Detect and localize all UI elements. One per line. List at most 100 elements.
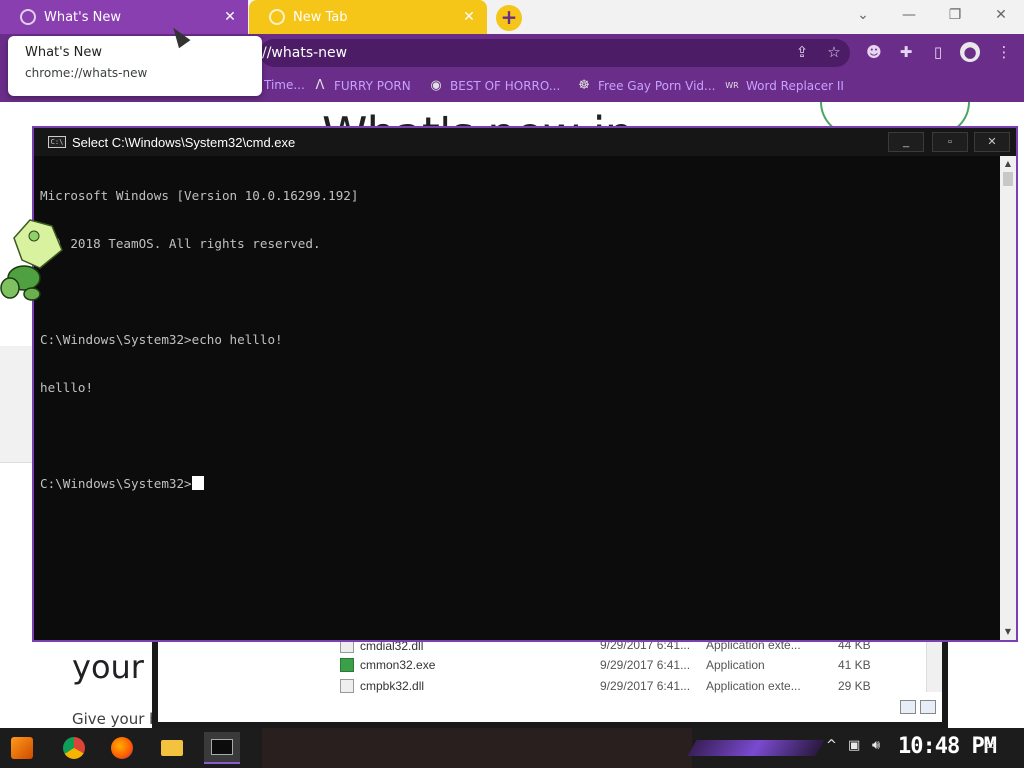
tab-hover-tooltip: What's New chrome://whats-new [8,36,262,96]
cmd-icon [211,739,233,755]
taskbar-decoration [687,740,825,756]
console-line: helllo! [40,380,94,395]
file-size: 29 KB [838,679,871,693]
explorer-scrollbar[interactable] [926,636,942,692]
bookmark-label: Time... [264,78,305,92]
console-line: (c) 2018 TeamOS. All rights reserved. [40,236,321,251]
cmd-minimize-button[interactable]: _ [888,132,924,152]
page-panel [0,346,34,462]
side-panel-icon[interactable]: ▯ [928,42,948,62]
taskbar-clock[interactable]: 10:48 PM [898,734,997,759]
tab-strip: What's New ✕ New Tab ✕ + ⌄ — ❐ ✕ [0,0,1024,34]
network-icon[interactable]: ▣ [848,738,860,753]
file-type: Application exte... [706,679,801,693]
extension-avatar-icon[interactable]: ☻ [864,42,884,62]
scroll-thumb[interactable] [1003,172,1013,186]
tooltip-url: chrome://whats-new [25,66,148,80]
tab-new-tab[interactable]: New Tab ✕ [249,0,487,34]
notifications-icon[interactable]: ▭ [984,738,996,753]
profile-icon[interactable]: ● [960,42,980,62]
taskbar-chrome[interactable] [56,732,92,764]
details-view-icon[interactable] [900,700,916,714]
section-text: Give your b [72,710,156,728]
file-date: 9/29/2017 6:41... [600,679,691,693]
scroll-down-arrow-icon[interactable]: ▼ [1002,626,1014,638]
file-name: cmmon32.exe [360,658,436,672]
command-prompt-window[interactable]: C:\ Select C:\Windows\System32\cmd.exe _… [32,126,1018,642]
cmd-scrollbar[interactable]: ▲ ▼ [1000,156,1016,640]
bookmark-item[interactable]: WR Word Replacer II [724,78,844,94]
close-icon[interactable]: ✕ [461,9,477,25]
tab-title: What's New [44,9,121,25]
file-size: 41 KB [838,658,871,672]
bookmark-item[interactable]: Λ FURRY PORN [312,78,411,94]
taskbar-cmd[interactable] [204,732,240,764]
cmd-close-button[interactable]: ✕ [974,132,1010,152]
start-logo-icon [11,737,33,759]
file-type: Application [706,658,765,672]
chrome-favicon-icon [269,9,285,25]
bookmark-label: Word Replacer II [746,79,844,93]
bookmark-favicon-icon: WR [725,81,739,90]
file-explorer-window: cmdial32.dll 9/29/2017 6:41... Applicati… [152,636,948,728]
tab-whats-new[interactable]: What's New ✕ [0,0,248,34]
taskbar-firefox[interactable] [104,732,140,764]
view-toggle [900,700,936,714]
minimize-button[interactable]: — [896,4,922,26]
chevron-down-icon[interactable]: ⌄ [850,4,876,26]
firefox-icon [111,737,133,759]
cmd-title-bar[interactable]: C:\ Select C:\Windows\System32\cmd.exe _… [34,128,1016,156]
share-icon[interactable]: ⇪ [792,42,812,62]
file-name: cmpbk32.dll [360,679,425,693]
bookmark-item[interactable]: ◉ BEST OF HORRO... [428,78,560,94]
dll-file-icon [340,679,354,693]
taskbar-file-explorer[interactable] [154,732,190,764]
bookmark-favicon-icon: Λ [315,78,325,93]
chrome-icon [63,737,85,759]
console-line: C:\Windows\System32>echo helllo! [40,332,283,347]
exe-file-icon [340,658,354,672]
restore-button[interactable]: ❐ [942,4,968,26]
bookmark-label: BEST OF HORRO... [450,79,561,93]
tooltip-title: What's New [25,45,102,60]
console-line: Microsoft Windows [Version 10.0.16299.19… [40,188,359,203]
volume-icon[interactable]: 🔊︎ [872,738,880,753]
new-tab-button[interactable]: + [496,5,522,31]
file-row[interactable]: cmpbk32.dll [340,676,424,696]
text-cursor [191,476,204,490]
more-menu-icon[interactable]: ⋮ [994,42,1014,62]
bookmark-label: Free Gay Porn Vid... [598,79,716,93]
tray-chevron-up-icon[interactable]: ^ [826,738,837,753]
bookmark-item[interactable]: Time... [264,78,305,92]
console-output[interactable]: Microsoft Windows [Version 10.0.16299.19… [40,156,1000,640]
taskbar: ^ ▣ 🔊︎ 10:48 PM ▭ [0,728,1024,768]
console-prompt-line[interactable]: C:\Windows\System32> [40,476,1000,492]
file-row[interactable]: cmmon32.exe [340,655,435,675]
bookmark-favicon-icon: ◉ [430,78,442,93]
bookmark-item[interactable]: ☸ Free Gay Porn Vid... [576,78,715,94]
close-icon[interactable]: ✕ [222,9,238,25]
section-heading: your [72,648,144,686]
start-button[interactable] [4,732,40,764]
bookmark-label: FURRY PORN [334,79,411,93]
console-prompt: C:\Windows\System32> [40,476,192,491]
scroll-up-arrow-icon[interactable]: ▲ [1002,158,1014,170]
large-icons-view-icon[interactable] [920,700,936,714]
file-date: 9/29/2017 6:41... [600,658,691,672]
cmd-title: Select C:\Windows\System32\cmd.exe [72,134,296,150]
chrome-favicon-icon [20,9,36,25]
taskbar-wallpaper [262,728,692,768]
extensions-puzzle-icon[interactable]: ✚ [896,42,916,62]
tab-title: New Tab [293,9,348,25]
cmd-maximize-button[interactable]: ▫ [932,132,968,152]
address-bar[interactable]: //whats-new [260,39,850,67]
folder-icon [161,740,183,756]
bookmark-star-icon[interactable]: ☆ [824,42,844,62]
bookmark-favicon-icon: ☸ [578,78,590,93]
cmd-window-icon: C:\ [48,136,66,148]
close-window-button[interactable]: ✕ [988,4,1014,26]
desktop-mascot-icon [0,219,63,301]
address-text: //whats-new [262,45,348,61]
